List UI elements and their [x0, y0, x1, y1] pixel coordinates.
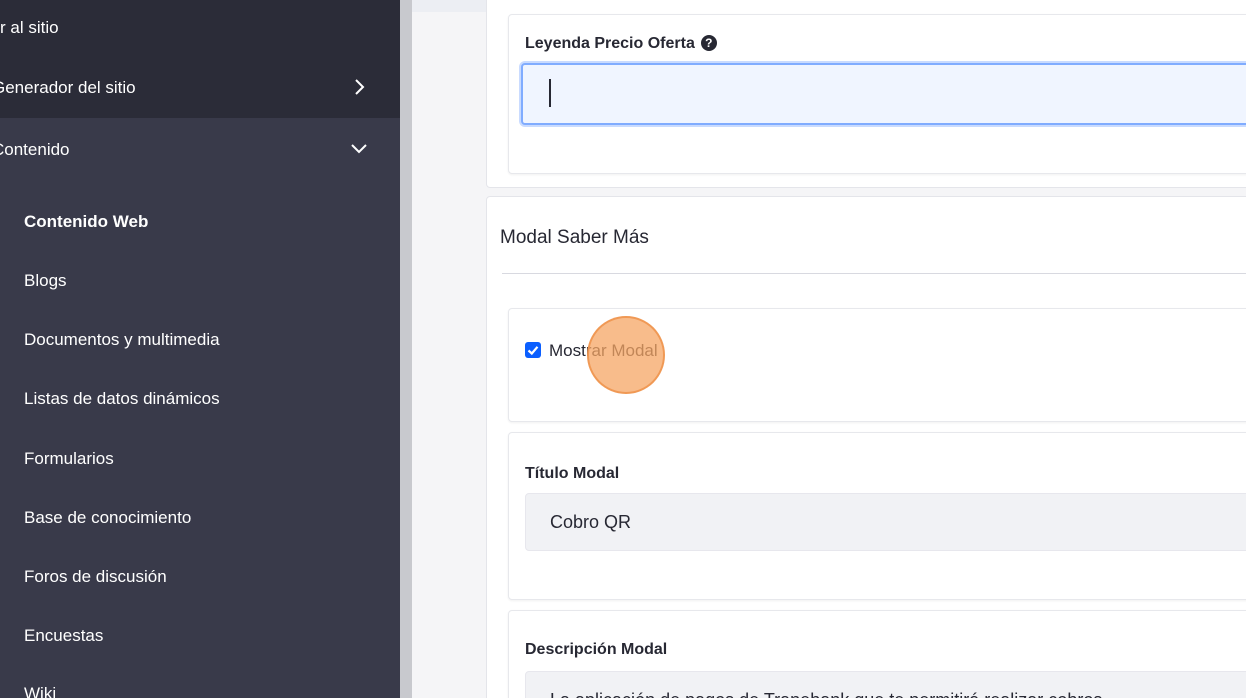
sidebar-item-message-boards[interactable]: Foros de discusión [24, 567, 400, 591]
sidebar: r al sitio Generador del sitio Contenido… [0, 0, 400, 698]
modal-description-card: Descripción Modal La aplicación de pagos… [508, 610, 1246, 698]
sidebar-item-label: Foros de discusión [24, 567, 167, 586]
sidebar-item-label: Encuestas [24, 626, 104, 645]
modal-title-card: Título Modal Cobro QR [508, 432, 1246, 600]
sidebar-item-dynamic-data-lists[interactable]: Listas de datos dinámicos [24, 389, 400, 413]
main-content: Leyenda Precio Oferta? Modal Saber Más M… [412, 0, 1246, 698]
sidebar-item-label: Formularios [24, 449, 114, 468]
sidebar-divider [400, 0, 412, 698]
modal-title-value: Cobro QR [550, 512, 632, 532]
site-builder-label: Generador del sitio [0, 78, 136, 97]
sidebar-item-documents-media[interactable]: Documentos y multimedia [24, 330, 400, 354]
sidebar-item-label: Wiki [24, 684, 57, 698]
modal-description-value: La aplicación de pagos de Tranebank que … [550, 690, 1102, 698]
content-label: Contenido [0, 140, 70, 159]
help-icon[interactable]: ? [700, 35, 717, 51]
sidebar-item-blogs[interactable]: Blogs [24, 271, 400, 295]
go-to-site-label: r al sitio [0, 18, 59, 37]
click-indicator [587, 316, 665, 394]
section-divider [502, 273, 1246, 274]
sidebar-item-polls[interactable]: Encuestas [24, 626, 400, 650]
show-modal-checkbox[interactable] [525, 342, 541, 358]
chevron-down-icon [351, 144, 367, 154]
sidebar-item-label: Blogs [24, 271, 67, 290]
offer-price-legend-label: Leyenda Precio Oferta [525, 35, 695, 52]
modal-description-input[interactable]: La aplicación de pagos de Tranebank que … [525, 671, 1246, 698]
text-caret [549, 79, 551, 107]
chevron-right-icon [355, 79, 365, 95]
modal-section-title: Modal Saber Más [500, 227, 649, 248]
sidebar-item-forms[interactable]: Formularios [24, 449, 400, 473]
modal-title-input[interactable]: Cobro QR [525, 493, 1246, 551]
modal-title-label: Título Modal [525, 465, 620, 482]
sidebar-item-label: Contenido Web [24, 212, 149, 231]
modal-description-label: Descripción Modal [525, 641, 668, 658]
sidebar-item-knowledge-base[interactable]: Base de conocimiento [24, 508, 400, 532]
sidebar-item-label: Documentos y multimedia [24, 330, 220, 349]
sidebar-item-label: Base de conocimiento [24, 508, 192, 527]
sidebar-item-web-content[interactable]: Contenido Web [24, 212, 400, 236]
offer-price-legend-label-wrap: Leyenda Precio Oferta? [525, 35, 717, 53]
check-icon [527, 346, 539, 356]
sidebar-item-label: Listas de datos dinámicos [24, 389, 220, 408]
go-to-site-link[interactable]: r al sitio [0, 18, 400, 42]
content-menu[interactable]: Contenido [0, 140, 392, 164]
sidebar-item-wiki[interactable]: Wiki [24, 684, 400, 698]
site-builder-menu[interactable]: Generador del sitio [0, 78, 392, 102]
offer-price-legend-card: Leyenda Precio Oferta? [508, 14, 1246, 174]
offer-price-legend-input[interactable] [521, 63, 1246, 125]
